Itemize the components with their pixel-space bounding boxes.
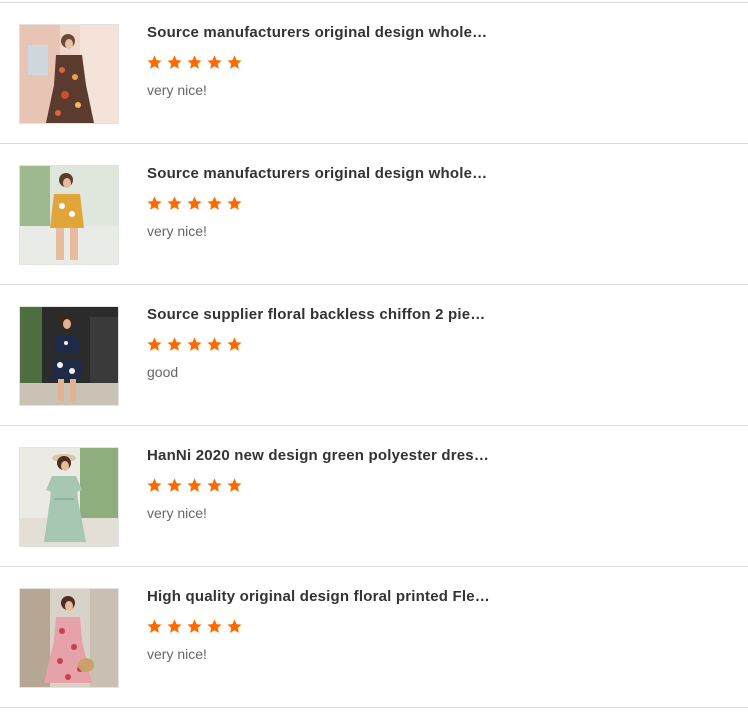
product-title[interactable]: Source manufacturers original design who… xyxy=(147,23,492,43)
product-thumbnail[interactable] xyxy=(19,447,119,547)
star-icon xyxy=(206,336,223,353)
review-comment: good xyxy=(147,364,179,380)
review-item: Source manufacturers original design who… xyxy=(0,144,748,285)
star-icon xyxy=(226,477,243,494)
product-title[interactable]: Source supplier floral backless chiffon … xyxy=(147,305,492,325)
star-icon xyxy=(166,336,183,353)
star-icon xyxy=(166,54,183,71)
green-dress-photo xyxy=(20,448,118,546)
product-thumbnail[interactable] xyxy=(19,588,119,688)
star-icon xyxy=(206,477,223,494)
product-title[interactable]: Source manufacturers original design who… xyxy=(147,164,492,184)
star-icon xyxy=(186,195,203,212)
review-comment: very nice! xyxy=(147,223,207,239)
product-thumbnail[interactable] xyxy=(19,24,119,124)
star-icon xyxy=(166,618,183,635)
star-icon xyxy=(226,618,243,635)
floral-dress-photo xyxy=(20,25,118,123)
pink-floral-dress-photo xyxy=(20,589,118,687)
star-icon xyxy=(226,195,243,212)
star-icon xyxy=(186,477,203,494)
star-icon xyxy=(146,336,163,353)
review-item: Source manufacturers original design who… xyxy=(0,3,748,144)
star-icon xyxy=(146,54,163,71)
star-icon xyxy=(166,195,183,212)
star-icon xyxy=(186,618,203,635)
star-icon xyxy=(186,54,203,71)
review-item: High quality original design floral prin… xyxy=(0,567,748,708)
review-comment: very nice! xyxy=(147,82,207,98)
yellow-romper-photo xyxy=(20,166,118,264)
star-icon xyxy=(206,195,223,212)
star-icon xyxy=(146,195,163,212)
star-icon xyxy=(226,54,243,71)
product-thumbnail[interactable] xyxy=(19,165,119,265)
star-icon xyxy=(206,54,223,71)
star-icon xyxy=(146,618,163,635)
product-title[interactable]: High quality original design floral prin… xyxy=(147,587,492,607)
rating-stars xyxy=(146,336,243,356)
rating-stars xyxy=(146,477,243,497)
star-icon xyxy=(166,477,183,494)
rating-stars xyxy=(146,54,243,74)
rating-stars xyxy=(146,618,243,638)
review-list: Source manufacturers original design who… xyxy=(0,0,748,714)
review-comment: very nice! xyxy=(147,646,207,662)
review-item: HanNi 2020 new design green polyester dr… xyxy=(0,426,748,567)
star-icon xyxy=(146,477,163,494)
review-comment: very nice! xyxy=(147,505,207,521)
two-piece-set-photo xyxy=(20,307,118,405)
product-title[interactable]: HanNi 2020 new design green polyester dr… xyxy=(147,446,492,466)
rating-stars xyxy=(146,195,243,215)
star-icon xyxy=(186,336,203,353)
review-item: Source supplier floral backless chiffon … xyxy=(0,285,748,426)
star-icon xyxy=(206,618,223,635)
star-icon xyxy=(226,336,243,353)
product-thumbnail[interactable] xyxy=(19,306,119,406)
